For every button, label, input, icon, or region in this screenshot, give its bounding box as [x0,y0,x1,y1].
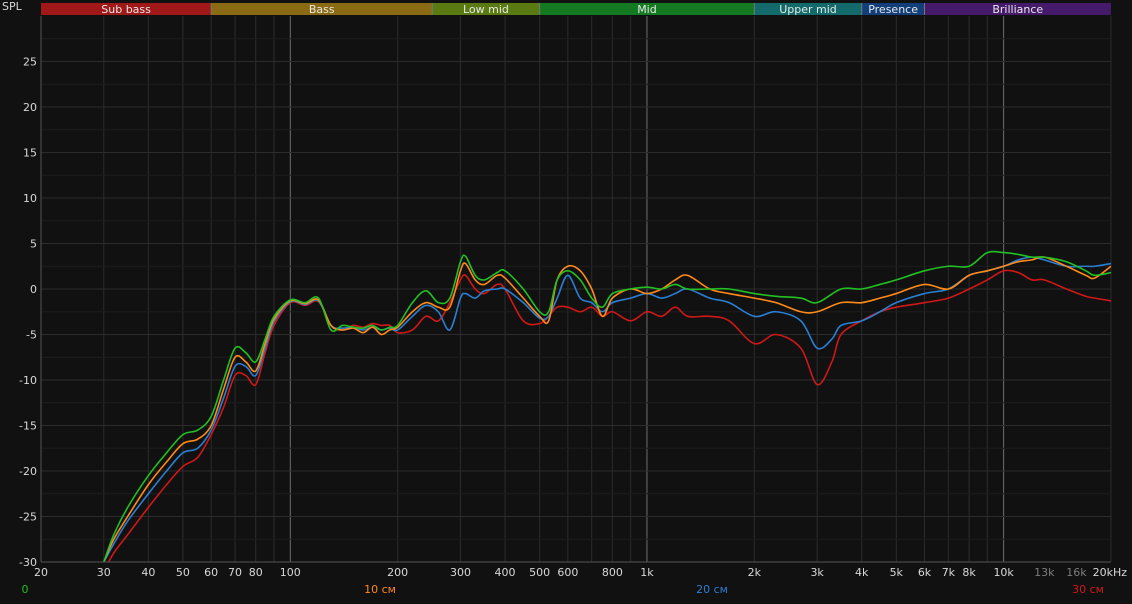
x-tick-label: 2k [748,566,762,579]
chart-svg: Sub bass Bass Low mid Mid Upper mid Presence B… [0,0,1132,600]
chart-background [0,0,1132,600]
x-tick-label: 60 [204,566,218,579]
band-label: Presence [868,3,918,16]
y-axis-label: SPL [2,0,23,13]
band-label: Bass [309,3,335,16]
x-tick-label: 16k [1066,566,1087,579]
y-tick-label: 20 [23,101,37,114]
x-tick-label: 70 [228,566,242,579]
x-tick-label: 5k [890,566,904,579]
band-label: Brilliance [992,3,1043,16]
y-tick-label: 25 [23,56,37,69]
x-tick-label: 500 [529,566,550,579]
x-tick-label: 100 [280,566,301,579]
x-tick-label: 8k [962,566,976,579]
legend-entry-1: 10 см [364,583,396,596]
x-tick-label: 20 [34,566,48,579]
y-tick-label: -25 [19,511,37,524]
x-tick-label: 1k [640,566,654,579]
x-tick-label: 50 [176,566,190,579]
band-label: Low mid [463,3,509,16]
x-tick-label: 7k [942,566,956,579]
band-bar: Sub bass Bass Low mid Mid Upper mid Presence B… [41,3,1111,16]
band-label: Mid [637,3,657,16]
y-tick-label: 0 [30,283,37,296]
x-tick-label: 10k [993,566,1014,579]
x-tick-label: 300 [450,566,471,579]
x-tick-label: 200 [387,566,408,579]
x-tick-label: 600 [557,566,578,579]
x-tick-label: 40 [141,566,155,579]
legend-entry-3: 30 см [1072,583,1104,596]
y-tick-label: 10 [23,192,37,205]
frequency-response-chart: Sub bass Bass Low mid Mid Upper mid Presence B… [0,0,1132,600]
x-tick-label: 6k [918,566,932,579]
x-tick-label: 30 [97,566,111,579]
band-label: Upper mid [779,3,837,16]
y-tick-label: -10 [19,374,37,387]
y-tick-label: 5 [30,238,37,251]
y-tick-label: -20 [19,465,37,478]
y-tick-label: -5 [26,329,37,342]
y-tick-label: 15 [23,147,37,160]
band-label: Sub bass [101,3,151,16]
x-tick-label: 13k [1034,566,1055,579]
x-tick-label: 3k [810,566,824,579]
x-tick-label: 400 [495,566,516,579]
y-tick-label: -15 [19,420,37,433]
legend-entry-2: 20 см [696,583,728,596]
legend-entry-0: 0 [22,583,29,596]
x-tick-label: 800 [602,566,623,579]
x-tick-label: 80 [249,566,263,579]
x-tick-label: 20kHz [1093,566,1128,579]
x-tick-label: 4k [855,566,869,579]
